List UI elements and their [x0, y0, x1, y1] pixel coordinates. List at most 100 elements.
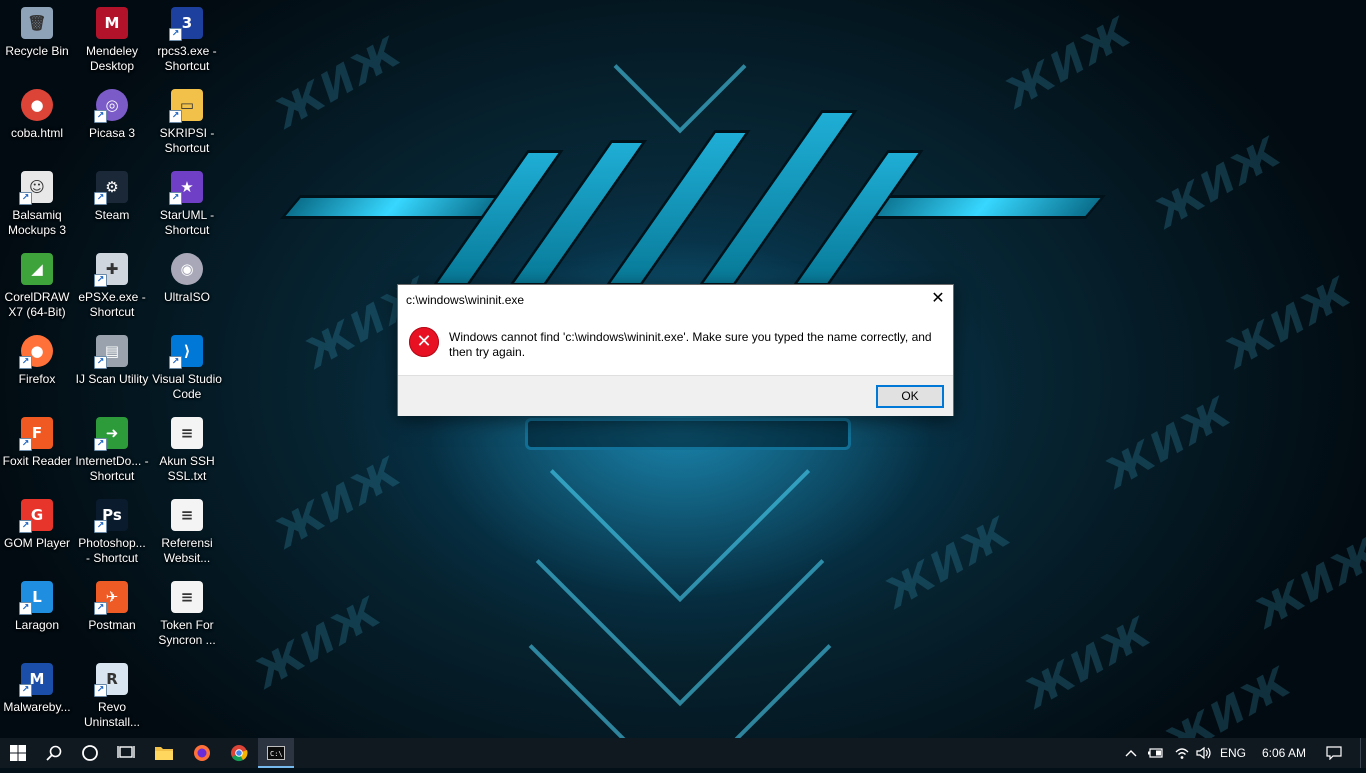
folder-shortcut-icon: ▭ ↗: [169, 89, 203, 123]
wallpaper-chevron: [613, 0, 747, 134]
task-view-icon[interactable]: [108, 738, 144, 768]
wallpaper-watermark: ЖИЖ: [877, 508, 1020, 618]
desktop-icon-steam[interactable]: ⚙ ↗ Steam: [75, 171, 149, 223]
shortcut-arrow-icon: ↗: [169, 28, 182, 41]
desktop-icon-vscode[interactable]: ⟩ ↗ Visual Studio Code: [150, 335, 224, 402]
desktop-icon-label: Photoshop... - Shortcut: [78, 536, 146, 565]
desktop-icon-firefox[interactable]: ● ↗ Firefox: [0, 335, 74, 387]
desktop-icon-laragon[interactable]: L ↗ Laragon: [0, 581, 74, 633]
idm-icon: ➜ ↗: [94, 417, 128, 451]
shortcut-arrow-icon: ↗: [19, 438, 32, 451]
desktop-icon-idm[interactable]: ➜ ↗ InternetDo... - Shortcut: [75, 417, 149, 484]
notification-icon[interactable]: [1322, 738, 1346, 768]
desktop-icon-foxit[interactable]: F ↗ Foxit Reader: [0, 417, 74, 469]
wallpaper-watermark: ЖИЖ: [1147, 128, 1290, 238]
shortcut-arrow-icon: ↗: [19, 602, 32, 615]
malwarebytes-icon: M ↗: [19, 663, 53, 697]
desktop-icon-label: rpcs3.exe - Shortcut: [157, 44, 217, 73]
error-icon: ✕: [409, 327, 439, 357]
desktop-icon-label: Laragon: [14, 618, 60, 632]
desktop-icon-label: Visual Studio Code: [152, 372, 222, 401]
desktop-icon-label: UltraISO: [163, 290, 210, 304]
shortcut-arrow-icon: ↗: [169, 192, 182, 205]
desktop-icon-label: Token For Syncron ...: [158, 618, 216, 647]
desktop-icon-text-file[interactable]: ≡ Referensi Websit...: [150, 499, 224, 566]
shortcut-arrow-icon: ↗: [94, 192, 107, 205]
desktop-icon-postman[interactable]: ✈ ↗ Postman: [75, 581, 149, 633]
wallpaper-watermark: ЖИЖ: [997, 8, 1140, 118]
desktop-icon-rpcs3[interactable]: 3 ↗ rpcs3.exe - Shortcut: [150, 7, 224, 74]
desktop-icon-text-file[interactable]: ≡ Token For Syncron ...: [150, 581, 224, 648]
show-desktop-button[interactable]: [1360, 738, 1366, 768]
clock[interactable]: 6:06 AM: [1254, 738, 1314, 768]
cmd-icon[interactable]: C:\: [258, 738, 294, 768]
vscode-icon: ⟩ ↗: [169, 335, 203, 369]
dialog-title: c:\windows\wininit.exe: [406, 293, 525, 307]
wallpaper-watermark: ЖИЖ: [1157, 658, 1300, 738]
dialog-footer: OK: [398, 375, 953, 416]
desktop-icon-label: Referensi Websit...: [161, 536, 213, 565]
desktop-icon-label: Postman: [88, 618, 136, 632]
chrome-html-icon: ●: [21, 89, 53, 121]
desktop-icon-mendeley[interactable]: M Mendeley Desktop: [75, 7, 149, 74]
shortcut-arrow-icon: ↗: [94, 520, 107, 533]
file-explorer-icon[interactable]: [146, 738, 182, 768]
firefox-icon: ● ↗: [19, 335, 53, 369]
desktop-icon-label: ePSXe.exe - Shortcut: [78, 290, 146, 319]
desktop-icon-photoshop[interactable]: Ps ↗ Photoshop... - Shortcut: [75, 499, 149, 566]
desktop-icon-label: Steam: [94, 208, 130, 222]
dialog-body: ✕ Windows cannot find 'c:\windows\winini…: [398, 315, 953, 375]
desktop-icon-label: Revo Uninstall...: [83, 700, 141, 729]
steam-icon: ⚙ ↗: [94, 171, 128, 205]
chrome-icon[interactable]: [221, 738, 257, 768]
photoshop-icon: Ps ↗: [94, 499, 128, 533]
text-file-icon: ≡: [171, 499, 203, 531]
desktop-icon-staruml[interactable]: ★ ↗ StarUML - Shortcut: [150, 171, 224, 238]
cortana-icon[interactable]: [72, 738, 108, 768]
desktop-icon-coreldraw[interactable]: ◢ CorelDRAW X7 (64-Bit): [0, 253, 74, 320]
error-dialog: c:\windows\wininit.exe ✕ ✕ Windows canno…: [397, 284, 954, 416]
shortcut-arrow-icon: ↗: [169, 356, 182, 369]
wallpaper-watermark: ЖИЖ: [247, 588, 390, 698]
shortcut-arrow-icon: ↗: [94, 684, 107, 697]
shortcut-arrow-icon: ↗: [94, 602, 107, 615]
desktop-icon-malwarebytes[interactable]: M ↗ Malwareby...: [0, 663, 74, 715]
logo-bar: [859, 195, 1107, 219]
desktop-icon-balsamiq[interactable]: ☺ ↗ Balsamiq Mockups 3: [0, 171, 74, 238]
volume-icon[interactable]: [1194, 738, 1214, 768]
search-icon[interactable]: [36, 738, 72, 768]
desktop-icon-text-file[interactable]: ≡ Akun SSH SSL.txt: [150, 417, 224, 484]
desktop-icon-disc[interactable]: ◉ UltraISO: [150, 253, 224, 305]
battery-icon[interactable]: [1146, 738, 1166, 768]
logo-bar: [279, 195, 507, 219]
desktop-icon-revo[interactable]: R ↗ Revo Uninstall...: [75, 663, 149, 730]
desktop-icon-label: Picasa 3: [88, 126, 136, 140]
wallpaper-watermark: ЖИЖ: [1217, 268, 1360, 378]
shortcut-arrow-icon: ↗: [94, 438, 107, 451]
wallpaper-watermark: ЖИЖ: [1017, 608, 1160, 718]
desktop-icon-folder-shortcut[interactable]: ▭ ↗ SKRIPSI - Shortcut: [150, 89, 224, 156]
desktop-icon-gamepad[interactable]: ✚ ↗ ePSXe.exe - Shortcut: [75, 253, 149, 320]
taskbar: C:\ ENG 6:06 AM: [0, 738, 1366, 768]
desktop-icon-gom-player[interactable]: G ↗ GOM Player: [0, 499, 74, 551]
desktop-icon-picasa[interactable]: ◎ ↗ Picasa 3: [75, 89, 149, 141]
desktop-icon-recycle-bin[interactable]: 🗑 Recycle Bin: [0, 7, 74, 59]
desktop-icon-label: StarUML - Shortcut: [159, 208, 215, 237]
desktop-icon-scanner[interactable]: ▤ ↗ IJ Scan Utility: [75, 335, 149, 387]
start-icon[interactable]: [0, 738, 36, 768]
gamepad-icon: ✚ ↗: [94, 253, 128, 287]
mendeley-icon: M: [96, 7, 128, 39]
chevron-up-icon[interactable]: [1122, 738, 1140, 768]
shortcut-arrow-icon: ↗: [19, 684, 32, 697]
wifi-icon[interactable]: [1172, 738, 1192, 768]
wallpaper-watermark: ЖИЖ: [1097, 388, 1240, 498]
language-indicator[interactable]: ENG: [1218, 738, 1248, 768]
foxit-icon: F ↗: [19, 417, 53, 451]
desktop-icon-label: InternetDo... - Shortcut: [75, 454, 149, 483]
desktop-icon-label: Firefox: [18, 372, 56, 386]
desktop-icon-label: coba.html: [10, 126, 64, 140]
desktop-icon-chrome-html[interactable]: ● coba.html: [0, 89, 74, 141]
ok-button[interactable]: OK: [876, 385, 944, 408]
close-icon[interactable]: ✕: [923, 285, 953, 313]
firefox-icon[interactable]: [184, 738, 220, 768]
